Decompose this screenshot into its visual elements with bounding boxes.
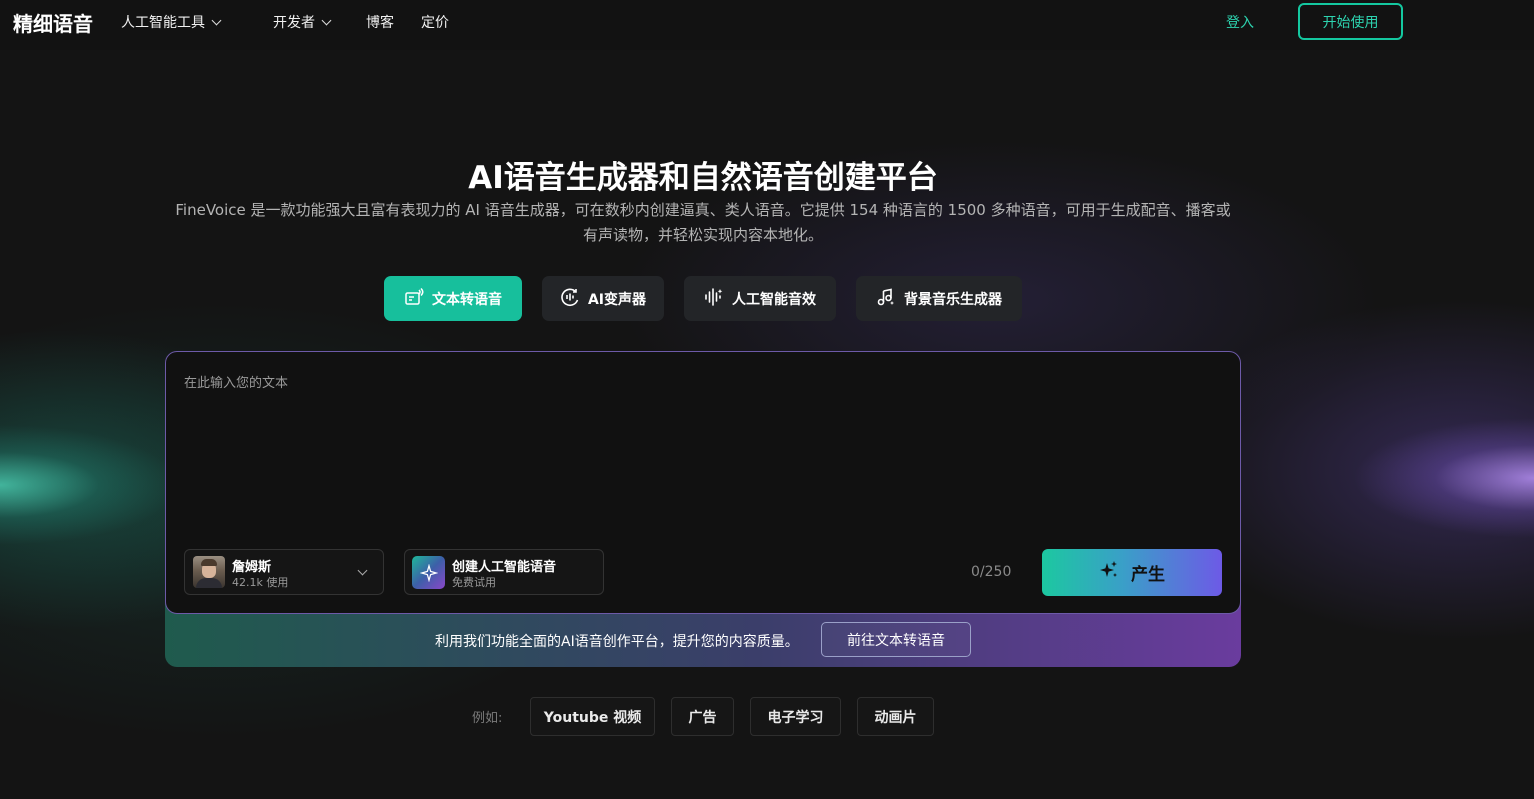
music-note-icon: [876, 287, 896, 311]
chevron-down-icon: [357, 565, 368, 576]
tab-label: 背景音乐生成器: [904, 291, 1002, 308]
voice-selector[interactable]: 詹姆斯 42.1k 使用: [184, 549, 384, 595]
sparkle-icon: [1099, 560, 1119, 585]
example-chip-youtube[interactable]: Youtube 视频: [530, 697, 655, 736]
nav-item-pricing[interactable]: 定价: [421, 12, 449, 32]
sound-wave-icon: [704, 287, 724, 311]
avatar: [193, 556, 225, 588]
voice-usage: 42.1k 使用: [232, 576, 289, 589]
login-link[interactable]: 登入: [1226, 12, 1254, 32]
character-count: 0/250: [971, 564, 1012, 580]
create-voice-subtitle: 免费试用: [452, 576, 496, 589]
create-ai-voice-button[interactable]: 创建人工智能语音 免费试用: [404, 549, 604, 595]
tab-label: 人工智能音效: [732, 291, 816, 308]
examples-label: 例如:: [472, 711, 503, 726]
nav-item-label: 开发者: [273, 15, 315, 31]
go-to-text-to-speech-button[interactable]: 前往文本转语音: [821, 622, 971, 657]
page-title: AI语音生成器和自然语音创建平台: [468, 160, 938, 196]
sparkle-icon: [412, 556, 445, 589]
chevron-down-icon: [321, 15, 332, 25]
nav-item-label: 人工智能工具: [121, 15, 205, 31]
tab-label: AI变声器: [587, 291, 647, 308]
tab-label: 文本转语音: [432, 291, 502, 308]
nav-item-developers[interactable]: 开发者: [273, 12, 332, 32]
tab-background-music-generator[interactable]: 背景音乐生成器: [856, 276, 1022, 321]
nav-item-ai-tools[interactable]: 人工智能工具: [121, 12, 222, 32]
create-voice-title: 创建人工智能语音: [452, 560, 557, 575]
nav-item-label: 博客: [366, 15, 394, 31]
nav-item-label: 定价: [421, 15, 449, 31]
tab-text-to-speech[interactable]: 文本转语音: [384, 276, 522, 321]
example-chip-animation[interactable]: 动画片: [857, 697, 934, 736]
text-to-speech-icon: [404, 287, 424, 311]
voice-name: 詹姆斯: [232, 560, 272, 575]
example-chip-elearning[interactable]: 电子学习: [750, 697, 841, 736]
banner-text: 利用我们功能全面的AI语音创作平台，提升您的内容质量。: [435, 634, 799, 650]
logo[interactable]: 精细语音: [13, 8, 93, 37]
hero-description: FineVoice 是一款功能强大且富有表现力的 AI 语音生成器，可在数秒内创…: [175, 201, 1231, 244]
get-started-button[interactable]: 开始使用: [1298, 3, 1403, 40]
generate-button[interactable]: 产生: [1042, 549, 1222, 596]
tab-ai-sound-effects[interactable]: 人工智能音效: [684, 276, 836, 321]
example-chip-ads[interactable]: 广告: [671, 697, 734, 736]
top-nav: 精细语音 人工智能工具 开发者 博客 定价 登入 开始使用: [0, 0, 1534, 50]
text-input[interactable]: 在此输入您的文本: [184, 372, 288, 391]
voice-changer-icon: [560, 287, 580, 311]
tab-voice-changer[interactable]: AI变声器: [542, 276, 664, 321]
chevron-down-icon: [211, 15, 222, 25]
generate-label: 产生: [1131, 565, 1165, 585]
nav-item-blog[interactable]: 博客: [366, 12, 394, 32]
